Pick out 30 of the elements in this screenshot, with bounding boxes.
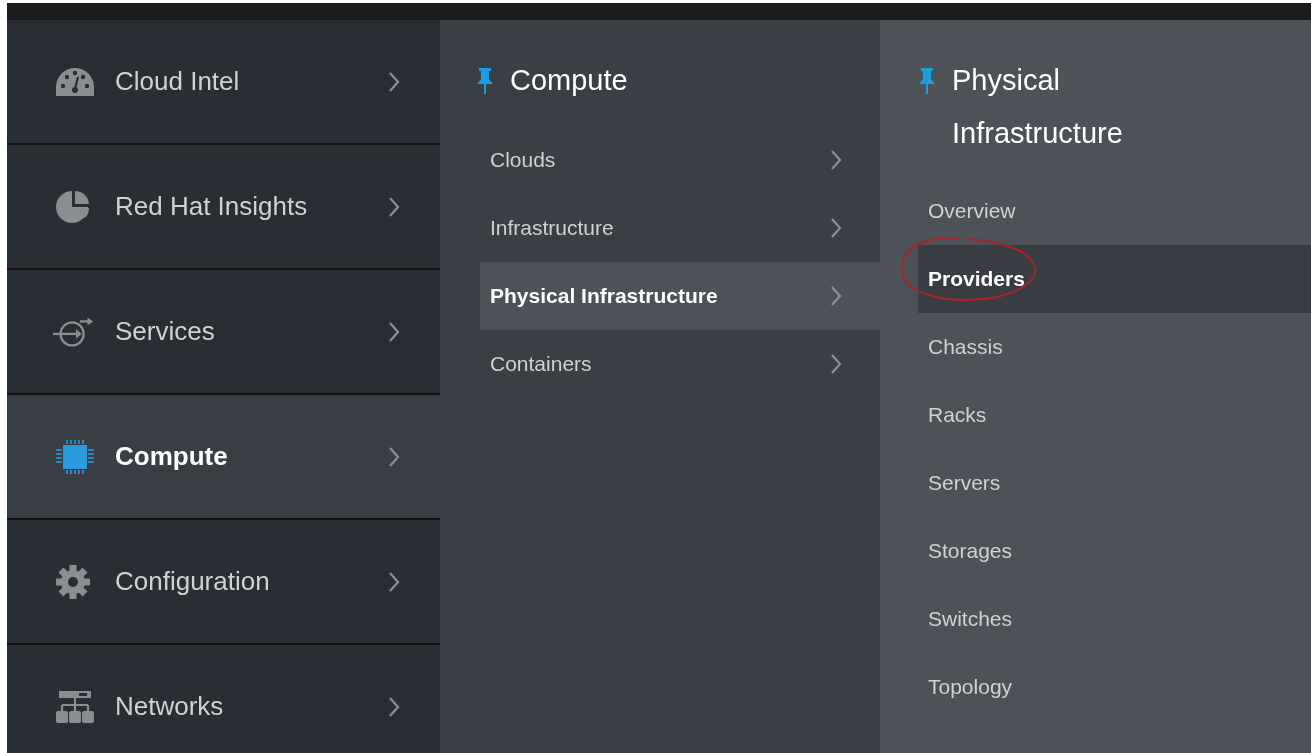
chevron-right-icon — [388, 570, 400, 593]
chevron-right-icon — [388, 195, 400, 218]
chevron-right-icon — [830, 217, 842, 239]
menu-item[interactable]: Servers — [918, 449, 1311, 517]
menu-title: Physical Infrastructure — [952, 63, 1124, 151]
chevron-right-icon — [388, 445, 400, 468]
pin-icon[interactable] — [918, 66, 936, 95]
chevron-right-icon — [830, 285, 842, 307]
menu-title: Compute — [510, 63, 628, 98]
menu-item[interactable]: Containers — [480, 330, 880, 398]
menu-item[interactable]: Topology — [918, 653, 1311, 721]
chevron-right-icon — [830, 149, 842, 171]
menu-item[interactable]: Infrastructure — [480, 194, 880, 262]
menu-item[interactable]: Chassis — [918, 313, 1311, 381]
chip-icon — [55, 438, 95, 475]
menu-item[interactable]: Physical Infrastructure — [480, 262, 880, 330]
menu-item[interactable]: Compute — [7, 395, 440, 520]
chevron-right-icon — [388, 70, 400, 93]
menu-item[interactable]: Clouds — [480, 126, 880, 194]
network-icon — [55, 689, 95, 724]
menu-item[interactable]: Storages — [918, 517, 1311, 585]
menu-item[interactable]: Overview — [918, 177, 1311, 245]
menu-item[interactable]: Switches — [918, 585, 1311, 653]
menu-item[interactable]: Racks — [918, 381, 1311, 449]
chevron-right-icon — [830, 353, 842, 375]
chevron-right-icon — [388, 695, 400, 718]
gauge-icon — [55, 65, 95, 98]
menu-item[interactable]: Providers — [918, 245, 1311, 313]
chevron-right-icon — [388, 320, 400, 343]
pin-icon[interactable] — [476, 66, 494, 95]
